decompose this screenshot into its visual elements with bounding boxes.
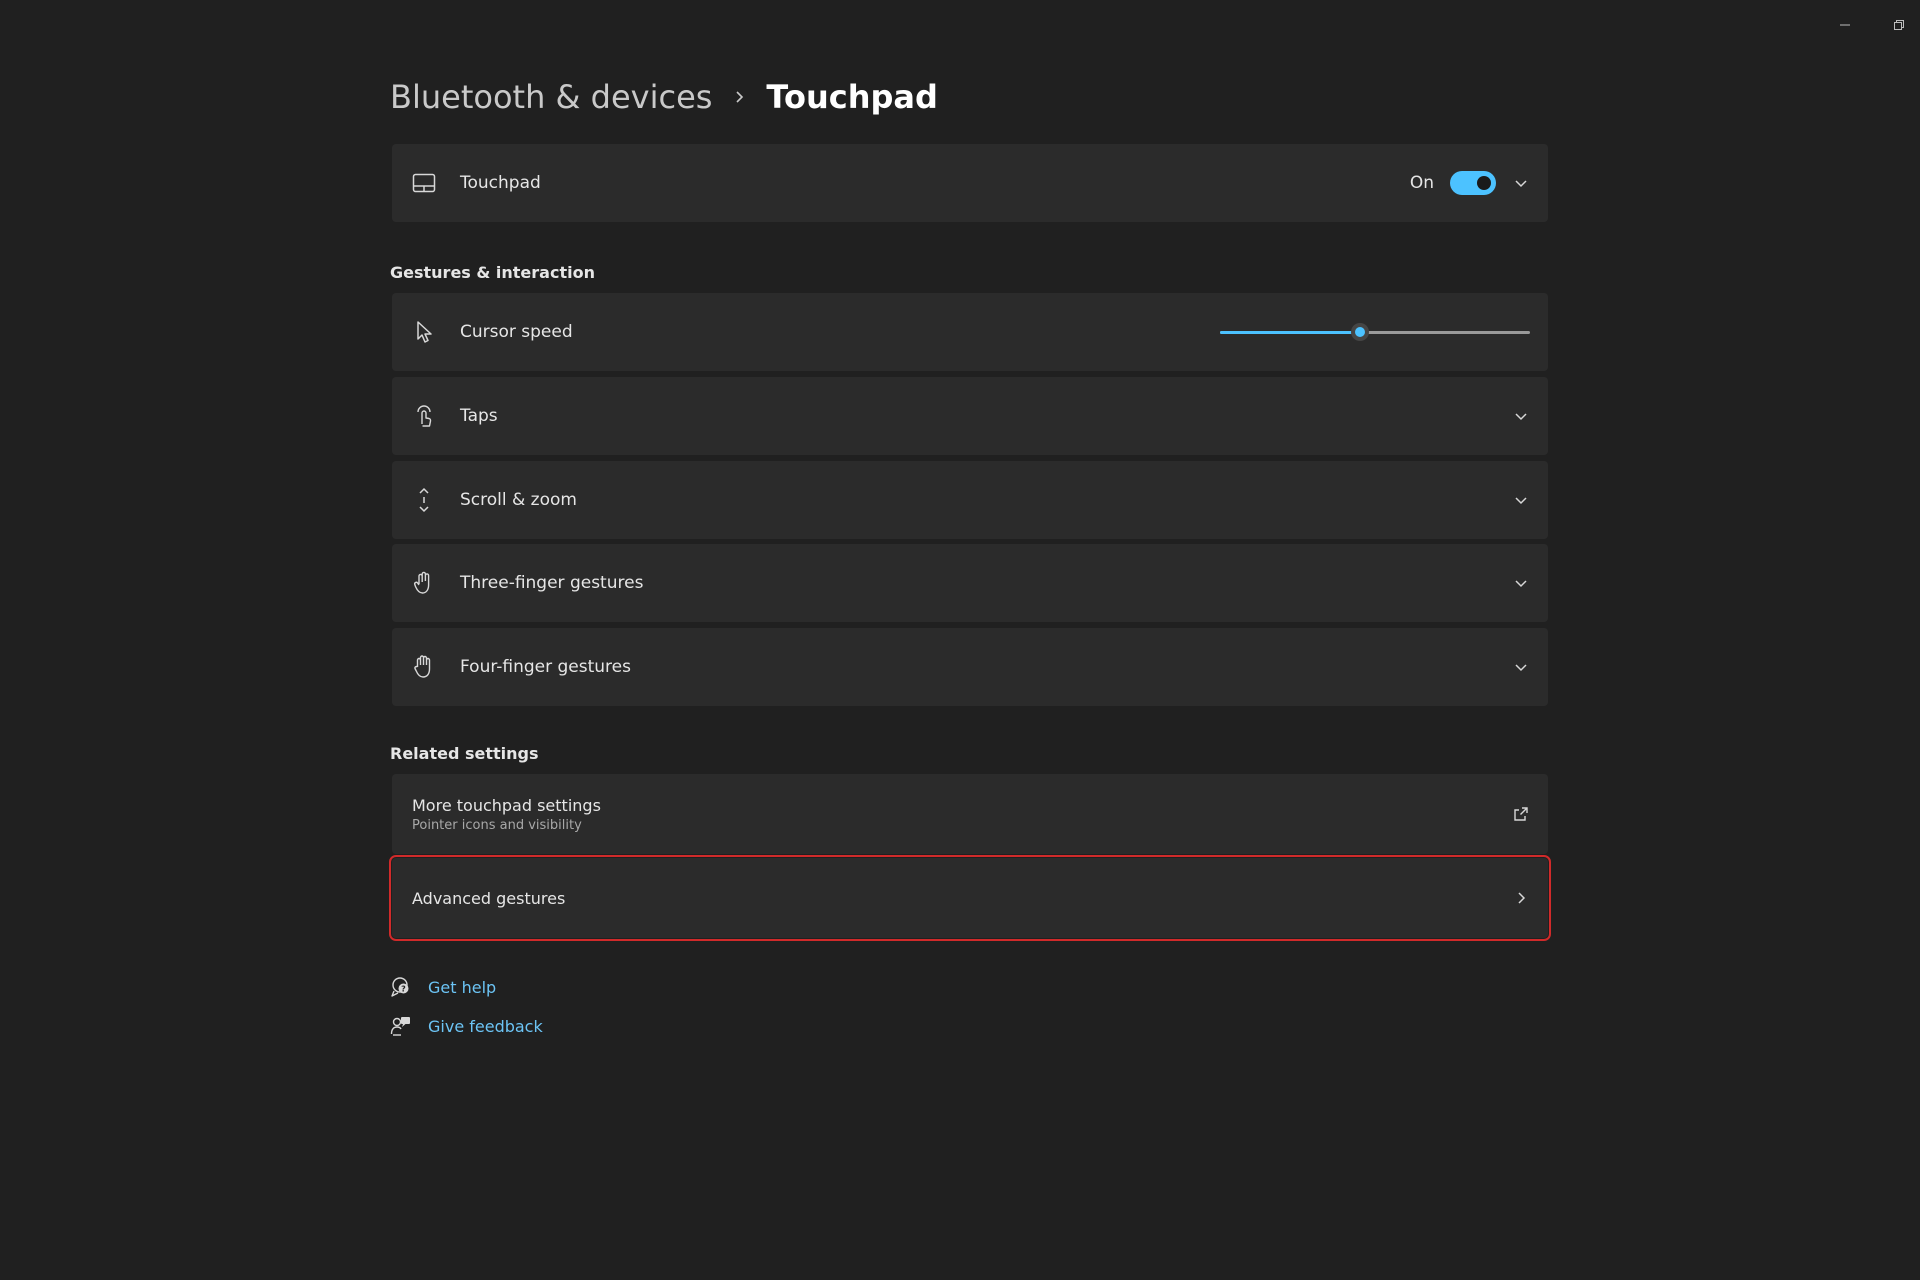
get-help-text[interactable]: Get help bbox=[428, 978, 496, 997]
hand-icon bbox=[410, 569, 438, 597]
tap-icon bbox=[410, 402, 438, 430]
toggle-state-label: On bbox=[1409, 173, 1434, 193]
taps-label: Taps bbox=[460, 406, 498, 426]
breadcrumb-chevron-icon bbox=[732, 90, 746, 104]
scroll-zoom-label: Scroll & zoom bbox=[460, 490, 577, 510]
breadcrumb-parent[interactable]: Bluetooth & devices bbox=[390, 78, 712, 116]
section-title-related: Related settings bbox=[390, 744, 539, 763]
advanced-gestures-label: Advanced gestures bbox=[412, 888, 566, 908]
four-finger-card[interactable]: Four-finger gestures bbox=[392, 628, 1548, 706]
give-feedback-link[interactable]: Give feedback bbox=[390, 1015, 543, 1037]
hand-icon bbox=[410, 653, 438, 681]
restore-icon[interactable] bbox=[1892, 18, 1906, 32]
cursor-icon bbox=[410, 318, 438, 346]
feedback-icon bbox=[390, 1015, 412, 1037]
chevron-down-icon[interactable] bbox=[1510, 656, 1532, 678]
help-icon: ? bbox=[390, 976, 412, 998]
touchpad-icon bbox=[410, 169, 438, 197]
minimize-icon[interactable] bbox=[1838, 18, 1852, 32]
section-title-gestures: Gestures & interaction bbox=[390, 263, 595, 282]
more-touchpad-settings-card[interactable]: More touchpad settings Pointer icons and… bbox=[392, 774, 1548, 854]
breadcrumb: Bluetooth & devices Touchpad bbox=[390, 78, 938, 116]
touchpad-toggle-group: On bbox=[1410, 171, 1496, 195]
chevron-down-icon[interactable] bbox=[1510, 572, 1532, 594]
four-finger-label: Four-finger gestures bbox=[460, 657, 631, 677]
page-title: Touchpad bbox=[766, 78, 938, 116]
touchpad-label: Touchpad bbox=[460, 173, 541, 193]
more-touchpad-settings-label: More touchpad settings bbox=[412, 795, 601, 815]
three-finger-card[interactable]: Three-finger gestures bbox=[392, 544, 1548, 622]
give-feedback-text[interactable]: Give feedback bbox=[428, 1017, 543, 1036]
get-help-link[interactable]: ? Get help bbox=[390, 976, 496, 998]
cursor-speed-label: Cursor speed bbox=[460, 322, 573, 342]
toggle-knob bbox=[1477, 176, 1491, 190]
chevron-down-icon[interactable] bbox=[1510, 172, 1532, 194]
scroll-zoom-card[interactable]: Scroll & zoom bbox=[392, 461, 1548, 539]
three-finger-label: Three-finger gestures bbox=[460, 573, 644, 593]
chevron-down-icon[interactable] bbox=[1510, 489, 1532, 511]
chevron-down-icon[interactable] bbox=[1510, 405, 1532, 427]
chevron-right-icon[interactable] bbox=[1510, 887, 1532, 909]
scroll-icon bbox=[410, 486, 438, 514]
touchpad-toggle[interactable] bbox=[1450, 171, 1496, 195]
touchpad-card[interactable]: Touchpad On bbox=[392, 144, 1548, 222]
taps-card[interactable]: Taps bbox=[392, 377, 1548, 455]
external-link-icon[interactable] bbox=[1510, 803, 1532, 825]
cursor-speed-card: Cursor speed bbox=[392, 293, 1548, 371]
more-touchpad-settings-text: More touchpad settings Pointer icons and… bbox=[412, 796, 601, 833]
cursor-speed-slider[interactable] bbox=[1220, 322, 1530, 342]
more-touchpad-settings-sublabel: Pointer icons and visibility bbox=[412, 817, 582, 833]
advanced-gestures-card[interactable]: Advanced gestures bbox=[389, 855, 1551, 941]
slider-thumb[interactable] bbox=[1350, 323, 1369, 341]
slider-fill bbox=[1220, 331, 1360, 334]
window-controls bbox=[1838, 18, 1906, 32]
svg-text:?: ? bbox=[401, 985, 406, 994]
